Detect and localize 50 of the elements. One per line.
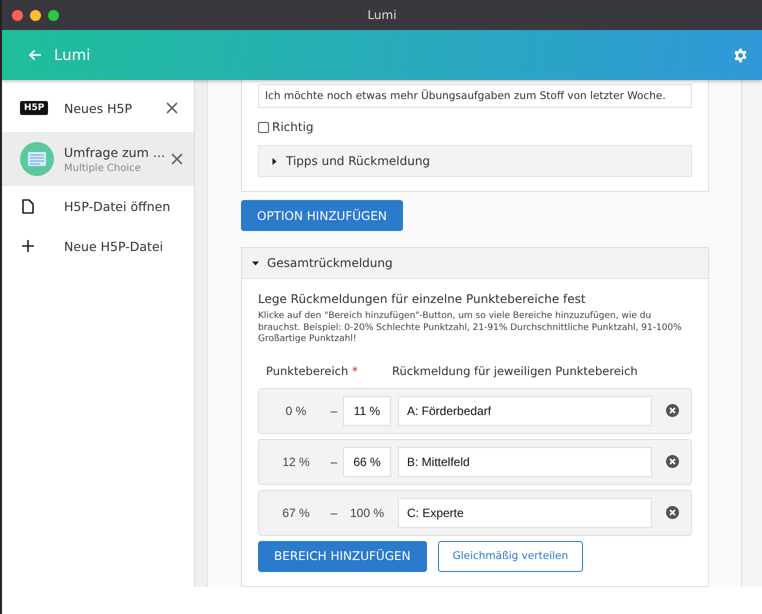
feedback-field[interactable]: B: Mittelfeld (398, 446, 652, 476)
sidebar-item[interactable]: Umfrage zum … Multiple Choice (2, 132, 194, 186)
distribute-evenly-button[interactable]: Gleichmäßig verteilen (438, 540, 584, 572)
minimize-window-button[interactable] (30, 10, 41, 20)
window-title: Lumi (367, 8, 397, 22)
remove-icon[interactable] (666, 404, 679, 417)
menu-label: Neue H5P-Datei (64, 238, 164, 254)
column-label: Punktebereich * (266, 364, 359, 378)
tab-subtitle: Multiple Choice (64, 162, 142, 174)
range-separator: – (330, 404, 338, 418)
section-description: Klicke auf den "Bereich hinzufügen"-Button, um so viele Bereiche hinzuzufügen, wie du brauchst. Beispiel: 0-20% Schlechte Punktzahl, 21-91% Durchschnittliche Punktzahl, 91-100% Großartige Punktzahl! (258, 311, 683, 346)
close-icon[interactable] (166, 102, 178, 114)
document-list-icon (20, 142, 54, 176)
range-separator: – (330, 506, 338, 520)
feedback-field[interactable]: C: Experte (398, 498, 652, 528)
tips-feedback-toggle[interactable]: Tipps und Rückmeldung (258, 145, 692, 177)
settings-icon[interactable] (733, 48, 748, 62)
section-heading: Lege Rückmeldungen für einzelne Punktebereiche fest (258, 292, 587, 306)
range-end: 100 % (348, 504, 386, 522)
remove-icon[interactable] (666, 506, 679, 519)
plus-icon (22, 240, 34, 252)
correct-checkbox[interactable] (258, 122, 269, 132)
column-label: Rückmeldung für jeweiligen Punktebereich (392, 364, 638, 378)
app-title: Lumi (54, 46, 92, 64)
zoom-window-button[interactable] (48, 10, 59, 20)
overall-feedback-toggle[interactable]: Gesamtrückmeldung (242, 248, 708, 279)
sidebar-item[interactable]: H5P-Datei öffnen (2, 186, 194, 226)
add-range-button[interactable]: BEREICH HINZUFÜGEN (258, 540, 427, 572)
close-icon[interactable] (171, 153, 184, 165)
checkbox-label: Richtig (272, 120, 314, 134)
range-start: 0 % (284, 404, 308, 418)
menu-label: H5P-Datei öffnen (64, 198, 172, 214)
remove-icon[interactable] (666, 455, 679, 468)
section-title: Gesamtrückmeldung (267, 256, 393, 270)
add-option-button[interactable]: OPTION HINZUFÜGEN (241, 200, 403, 231)
answer-text-field[interactable]: Ich möchte noch etwas mehr Übungsaufgaben zum Stoff von letzter Woche. (258, 84, 692, 108)
close-window-button[interactable] (12, 10, 23, 20)
sidebar-item[interactable]: H5P Neues H5P (2, 84, 194, 132)
h5p-logo: H5P (20, 101, 48, 115)
tab-title: Umfrage zum … (64, 144, 166, 160)
feedback-field[interactable]: A: Förderbedarf (398, 396, 652, 426)
range-start: 67 % (281, 506, 311, 520)
range-separator: – (330, 454, 338, 468)
sidebar-item[interactable]: Neue H5P-Datei (2, 226, 194, 266)
section-title: Tipps und Rückmeldung (286, 154, 430, 168)
file-icon (22, 198, 34, 214)
range-start: 12 % (281, 454, 311, 468)
range-end-field[interactable]: 66 % (343, 446, 391, 476)
tab-title: Neues H5P (64, 100, 134, 116)
range-end-field[interactable]: 11 % (343, 396, 391, 426)
